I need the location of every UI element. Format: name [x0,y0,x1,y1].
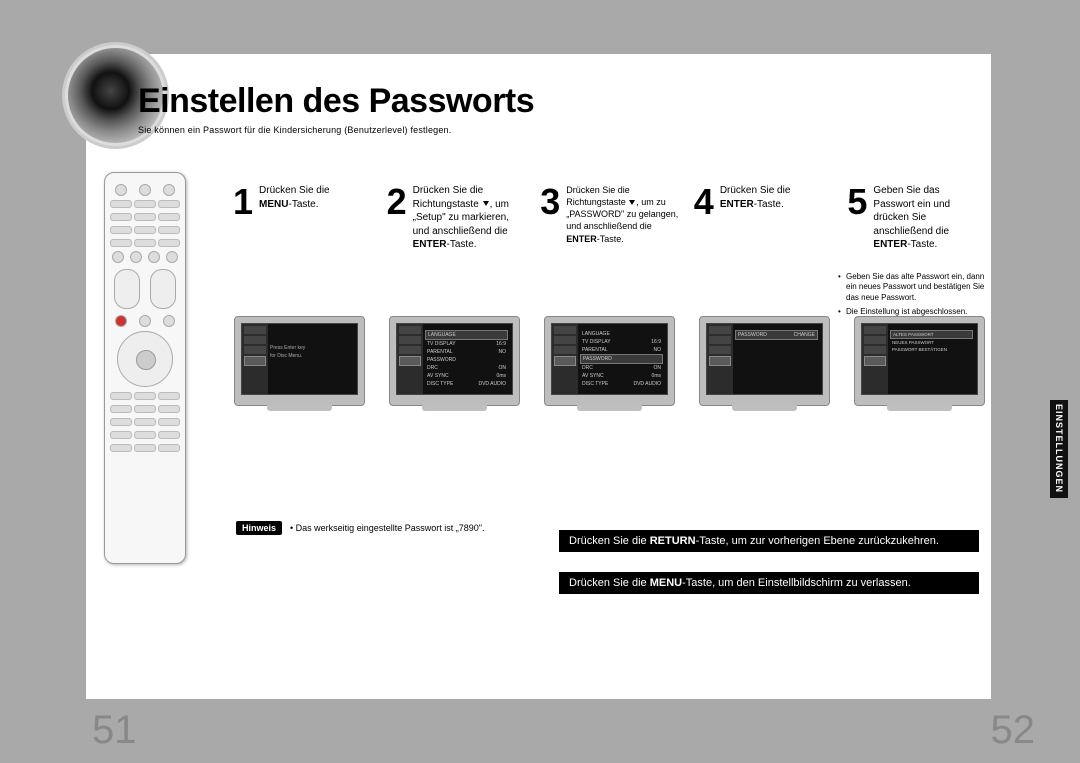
tv-thumbnails: Press Enter key for Disc Menu. LANGUAGE … [234,316,992,406]
step-text: Drücken Sie die Richtungstaste , um zu „… [566,184,678,245]
steps-row: 1 Drücken Sie die MENU-Taste. 2 Drücken … [233,184,993,252]
tv-thumb-1: Press Enter key for Disc Menu. [234,316,365,406]
step-5: 5 Geben Sie das Passwort ein und drücken… [847,184,993,252]
step-2: 2 Drücken Sie die Richtungstaste , um „S… [387,184,533,252]
step-number: 3 [540,184,560,220]
tv-thumb-4: PASSWORDCHANGE [699,316,830,406]
hint-tag: Hinweis [236,521,282,535]
page-number-left: 51 [92,708,137,753]
page-number-right: 52 [991,708,1036,753]
info-bars: Drücken Sie die RETURN-Taste, um zur vor… [559,530,979,614]
step-number: 2 [387,184,407,220]
page-subtitle: Sie können ein Passwort für die Kindersi… [138,125,534,135]
down-arrow-icon [483,201,489,206]
step-number: 5 [847,184,867,220]
tv-thumb-5: ALTES PASSWORT NEUES PASSWORT PASSWORT B… [854,316,985,406]
manual-page: Einstellen des Passworts Sie können ein … [0,0,1080,763]
step-text: Geben Sie das Passwort ein und drücken S… [873,184,950,252]
remote-control-icon [104,172,186,564]
step-text: Drücken Sie die MENU-Taste. [259,184,330,211]
down-arrow-icon [629,200,635,205]
step-number: 1 [233,184,253,220]
section-tab: EINSTELLUNGEN [1050,400,1068,498]
tv-thumb-2: LANGUAGE TV DISPLAY16:9 PARENTALNO PASSW… [389,316,520,406]
step5-notes: Geben Sie das alte Passwort ein, dann ei… [838,272,988,322]
step-text: Drücken Sie die Richtungstaste , um „Set… [413,184,509,252]
tv-thumb-3: LANGUAGE TV DISPLAY16:9 PARENTALNO PASSW… [544,316,675,406]
step-number: 4 [694,184,714,220]
hint-note: Hinweis Das werkseitig eingestellte Pass… [236,521,484,535]
note-item: Geben Sie das alte Passwort ein, dann ei… [838,272,988,303]
step-3: 3 Drücken Sie die Richtungstaste , um zu… [540,184,686,252]
step-1: 1 Drücken Sie die MENU-Taste. [233,184,379,252]
info-bar-menu: Drücken Sie die MENU-Taste, um den Einst… [559,572,979,594]
info-bar-return: Drücken Sie die RETURN-Taste, um zur vor… [559,530,979,552]
title-block: Einstellen des Passworts Sie können ein … [138,82,534,135]
step-4: 4 Drücken Sie die ENTER-Taste. [694,184,840,252]
step-text: Drücken Sie die ENTER-Taste. [720,184,791,211]
hint-text: Das werkseitig eingestellte Passwort ist… [290,523,484,533]
page-title: Einstellen des Passworts [138,82,534,121]
